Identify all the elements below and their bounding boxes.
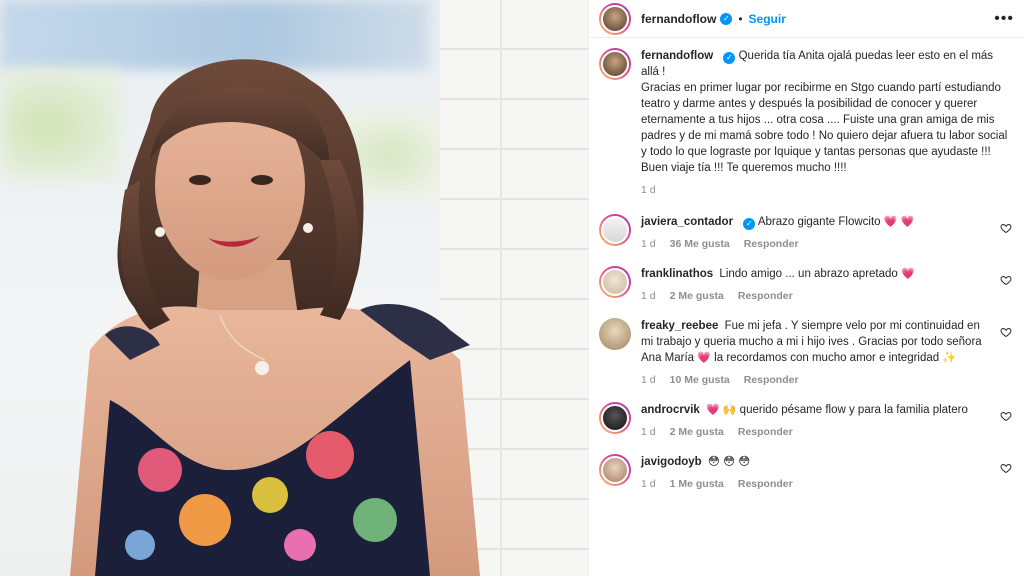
comment-item: franklinathos Lindo amigo ... un abrazo … [599,266,1014,304]
comment-time: 1 d [641,374,656,386]
comments-list: fernandoflow ✓ Querida tía Anita ojalá p… [589,38,1024,492]
comment-text-continued: la recordamos con mucho amor e integrida… [714,352,940,364]
commenter-avatar[interactable] [599,214,631,246]
comment-username[interactable]: javigodoyb [641,456,702,468]
comment-likes[interactable]: 2 Me gusta [670,288,724,304]
comment-time: 1 d [641,426,656,438]
commenter-avatar[interactable] [599,454,631,486]
comment-item: javiera_contador ✓ Abrazo gigante Flowci… [599,214,1014,252]
post-header: fernandoflow ✓ • Seguir ••• [589,0,1024,38]
heart-outline-icon[interactable] [1000,462,1012,474]
comment-time: 1 d [641,478,656,490]
woman-portrait-image [70,59,480,576]
post-caption: fernandoflow ✓ Querida tía Anita ojalá p… [599,48,1014,198]
verified-badge-icon: ✓ [723,52,736,64]
comment-username[interactable]: javiera_contador [641,216,733,228]
comment-time: 1 d [641,290,656,302]
reply-button[interactable]: Responder [738,288,793,304]
comment-time: 1 d [641,238,656,250]
comment-username[interactable]: franklinathos [641,268,713,280]
comment-username[interactable]: androcrvik [641,404,700,416]
comment-username[interactable]: freaky_reebee [641,320,718,332]
comment-likes[interactable]: 2 Me gusta [670,424,724,440]
heart-outline-icon[interactable] [1000,410,1012,422]
author-avatar[interactable] [599,48,631,80]
heart-outline-icon[interactable] [1000,222,1012,234]
caption-time: 1 d [641,184,656,196]
separator-dot: • [738,11,743,26]
reply-button[interactable]: Responder [744,372,799,388]
comment-likes[interactable]: 1 Me gusta [670,476,724,492]
sparkles-emoji: ✨ [942,352,957,364]
heart-emoji: 💗 [901,268,915,280]
caption-username[interactable]: fernandoflow [641,50,713,62]
flushed-emoji: 😳 😳 😳 [707,456,751,468]
comment-item: androcrvik 💗 🙌 querido pésame flow y par… [599,402,1014,440]
comment-text: Abrazo gigante Flowcito [757,216,881,228]
comment-item: javigodoyb 😳 😳 😳 1 d 1 Me gusta Responde… [599,454,1014,492]
heart-emoji: 💗 💗 [883,216,915,228]
heart-hands-emoji: 💗 🙌 [706,404,737,416]
comment-likes[interactable]: 10 Me gusta [670,372,730,388]
comments-panel: fernandoflow ✓ • Seguir ••• fernandoflow… [588,0,1024,576]
commenter-avatar[interactable] [599,402,631,434]
comment-item: freaky_reebee Fue mi jefa . Y siempre ve… [599,318,1014,388]
reply-button[interactable]: Responder [744,236,799,252]
reply-button[interactable]: Responder [738,476,793,492]
heart-emoji: 💗 [697,352,711,364]
commenter-avatar[interactable] [599,266,631,298]
verified-badge-icon: ✓ [743,218,756,230]
heart-outline-icon[interactable] [1000,326,1012,338]
instagram-post-view: fernandoflow ✓ • Seguir ••• fernandoflow… [0,0,1024,576]
verified-badge-icon: ✓ [720,12,733,25]
author-avatar[interactable] [599,2,631,35]
author-username[interactable]: fernandoflow [641,12,716,26]
comment-text: querido pésame flow y para la familia pl… [739,404,968,416]
caption-text: Gracias en primer lugar por recibirme en… [641,82,1008,174]
reply-button[interactable]: Responder [738,424,793,440]
heart-outline-icon[interactable] [1000,274,1012,286]
comment-likes[interactable]: 36 Me gusta [670,236,730,252]
post-photo [0,0,588,576]
comment-text: Lindo amigo ... un abrazo apretado [719,268,898,280]
commenter-avatar[interactable] [599,318,631,350]
more-options-icon[interactable]: ••• [994,10,1014,28]
follow-button[interactable]: Seguir [749,12,786,26]
